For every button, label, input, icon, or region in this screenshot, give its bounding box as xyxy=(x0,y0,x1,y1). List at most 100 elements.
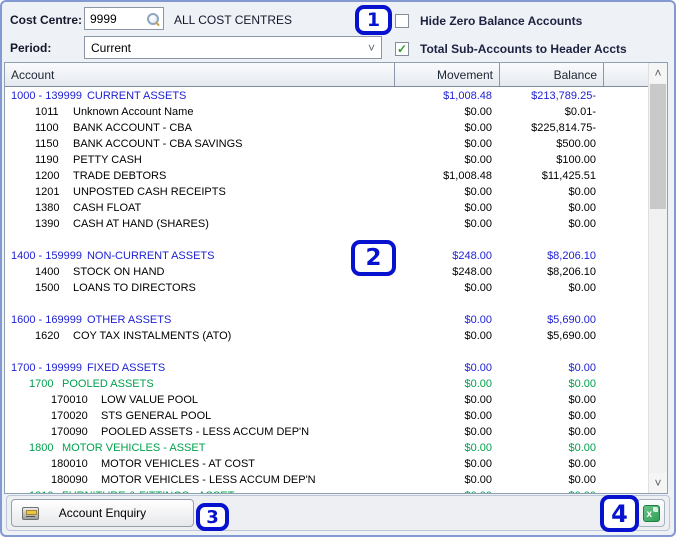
period-label: Period: xyxy=(10,41,52,55)
balance-cell: $0.00 xyxy=(568,474,596,486)
account-name: CURRENT ASSETS xyxy=(86,90,187,102)
account-code: 1500 xyxy=(35,282,60,294)
account-name: BANK ACCOUNT - CBA xyxy=(73,122,192,134)
column-header-account[interactable]: Account xyxy=(5,63,395,86)
account-code: 1200 xyxy=(35,170,60,182)
table-row[interactable]: 180090 MOTOR VEHICLES - LESS ACCUM DEP'N … xyxy=(5,472,648,488)
account-cell: 180090 MOTOR VEHICLES - LESS ACCUM DEP'N xyxy=(5,474,395,486)
account-cell: 1400 - 159999 NON-CURRENT ASSETS xyxy=(5,250,395,262)
table-row[interactable]: 1400 - 159999 NON-CURRENT ASSETS $248.00 … xyxy=(5,248,648,264)
account-cell: 1200 TRADE DEBTORS xyxy=(5,170,395,182)
scrollbar-thumb[interactable] xyxy=(650,84,666,209)
table-row[interactable]: 1380 CASH FLOAT $0.00 $0.00 xyxy=(5,200,648,216)
account-code: 1000 - 139999 xyxy=(11,90,82,102)
account-cell: 170020 STS GENERAL POOL xyxy=(5,410,395,422)
accounts-table: Account Movement Balance 1000 - 139999 CU… xyxy=(4,62,668,494)
magnifier-lookup-icon[interactable] xyxy=(146,12,160,26)
table-row[interactable]: 1190 PETTY CASH $0.00 $100.00 xyxy=(5,152,648,168)
period-value: Current xyxy=(91,40,132,55)
scroll-up-button[interactable]: ˄ xyxy=(649,63,667,83)
balance-cell: $8,206.10 xyxy=(547,266,596,278)
account-code: 1100 xyxy=(35,122,59,134)
table-row[interactable]: 1700 POOLED ASSETS $0.00 $0.00 xyxy=(5,376,648,392)
table-row[interactable]: 180010 MOTOR VEHICLES - AT COST $0.00 $0.… xyxy=(5,456,648,472)
table-row[interactable]: 1810FURNITURE & FITTINGS - ASSET $0.00 $… xyxy=(5,488,648,493)
balance-cell: $8,206.10 xyxy=(547,250,596,262)
table-row[interactable]: 1201 UNPOSTED CASH RECEIPTS $0.00 $0.00 xyxy=(5,184,648,200)
table-row[interactable]: 1620 COY TAX INSTALMENTS (ATO) $0.00 $5,6… xyxy=(5,328,648,344)
account-name: OTHER ASSETS xyxy=(86,314,172,326)
account-enquiry-button[interactable]: Account Enquiry xyxy=(11,499,194,527)
balance-cell: $213,789.25- xyxy=(531,90,596,102)
account-name: POOLED ASSETS xyxy=(62,378,154,390)
account-code: 1800 xyxy=(29,442,54,454)
scroll-down-icon: ˅ xyxy=(654,476,662,490)
column-header-balance[interactable]: Balance xyxy=(500,63,604,86)
movement-cell: $0.00 xyxy=(464,186,492,198)
account-code: 1011 xyxy=(35,106,59,118)
table-row[interactable]: 170090 POOLED ASSETS - LESS ACCUM DEP'N $… xyxy=(5,424,648,440)
scroll-down-button[interactable]: ˅ xyxy=(649,473,667,493)
chevron-down-icon: ˅ xyxy=(367,40,375,55)
hide-zero-balance-checkbox[interactable] xyxy=(395,14,409,28)
table-row[interactable]: 1700 - 199999 FIXED ASSETS $0.00 $0.00 xyxy=(5,360,648,376)
table-row[interactable] xyxy=(5,232,648,248)
table-header: Account Movement Balance xyxy=(5,63,667,87)
balance-cell: $100.00 xyxy=(556,154,596,166)
balance-cell: $5,690.00 xyxy=(547,330,596,342)
table-row[interactable]: 170010 LOW VALUE POOL $0.00 $0.00 xyxy=(5,392,648,408)
table-row[interactable]: 1400 STOCK ON HAND $248.00 $8,206.10 xyxy=(5,264,648,280)
table-row[interactable]: 1150 BANK ACCOUNT - CBA SAVINGS $0.00 $50… xyxy=(5,136,648,152)
export-to-excel-button[interactable]: x xyxy=(637,499,665,527)
movement-cell: $0.00 xyxy=(464,330,492,342)
account-rows: 1000 - 139999 CURRENT ASSETS $1,008.48 $2… xyxy=(5,88,648,493)
movement-cell: $0.00 xyxy=(464,202,492,214)
account-code: 180010 xyxy=(51,458,88,470)
movement-cell: $0.00 xyxy=(464,410,492,422)
movement-cell: $248.00 xyxy=(452,250,492,262)
account-name: STS GENERAL POOL xyxy=(101,410,212,422)
total-sub-accounts-label: Total Sub-Accounts to Header Accts xyxy=(420,42,627,56)
movement-cell: $0.00 xyxy=(464,442,492,454)
cost-centre-field[interactable] xyxy=(84,7,164,30)
account-name: BANK ACCOUNT - CBA SAVINGS xyxy=(73,138,243,150)
table-row[interactable]: 1011 Unknown Account Name $0.00 $0.01- xyxy=(5,104,648,120)
table-row[interactable]: 1800 MOTOR VEHICLES - ASSET $0.00 $0.00 xyxy=(5,440,648,456)
balance-cell: $0.00 xyxy=(568,442,596,454)
account-name: NON-CURRENT ASSETS xyxy=(86,250,215,262)
balance-cell: $11,425.51 xyxy=(541,170,596,182)
vertical-scrollbar[interactable]: ˄ ˅ xyxy=(648,63,667,493)
balance-cell: $0.00 xyxy=(568,362,596,374)
total-sub-accounts-checkbox[interactable]: ✓ xyxy=(395,42,409,56)
account-cell: 1400 STOCK ON HAND xyxy=(5,266,395,278)
account-list-window: Cost Centre: ALL COST CENTRES Period: Cu… xyxy=(0,0,676,537)
table-row[interactable] xyxy=(5,344,648,360)
account-name: PETTY CASH xyxy=(73,154,142,166)
balance-cell: $0.00 xyxy=(568,394,596,406)
table-row[interactable]: 1200 TRADE DEBTORS $1,008.48 $11,425.51 xyxy=(5,168,648,184)
table-row[interactable]: 1390 CASH AT HAND (SHARES) $0.00 $0.00 xyxy=(5,216,648,232)
table-row[interactable]: 1600 - 169999 OTHER ASSETS $0.00 $5,690.0… xyxy=(5,312,648,328)
cost-centre-input[interactable] xyxy=(90,11,146,26)
account-name: COY TAX INSTALMENTS (ATO) xyxy=(73,330,232,342)
table-row[interactable] xyxy=(5,296,648,312)
account-enquiry-label: Account Enquiry xyxy=(58,506,147,520)
account-cell: 180010 MOTOR VEHICLES - AT COST xyxy=(5,458,395,470)
column-header-movement[interactable]: Movement xyxy=(395,63,500,86)
movement-cell: $0.00 xyxy=(464,426,492,438)
table-row[interactable]: 1100 BANK ACCOUNT - CBA $0.00 $225,814.75… xyxy=(5,120,648,136)
balance-cell: $0.01- xyxy=(564,106,596,118)
account-code: 1150 xyxy=(35,138,59,150)
cost-centre-name: ALL COST CENTRES xyxy=(174,13,293,27)
account-code: 170020 xyxy=(51,410,88,422)
account-code: 1400 - 159999 xyxy=(11,250,82,262)
callout-3: 3 xyxy=(196,503,229,531)
table-row[interactable]: 1500 LOANS TO DIRECTORS $0.00 $0.00 xyxy=(5,280,648,296)
account-cell: 1390 CASH AT HAND (SHARES) xyxy=(5,218,395,230)
table-row[interactable]: 1000 - 139999 CURRENT ASSETS $1,008.48 $2… xyxy=(5,88,648,104)
period-dropdown[interactable]: Current ˅ xyxy=(84,36,382,59)
scroll-up-icon: ˄ xyxy=(654,66,662,80)
account-cell: 1700 POOLED ASSETS xyxy=(5,378,395,390)
account-cell: 170010 LOW VALUE POOL xyxy=(5,394,395,406)
table-row[interactable]: 170020 STS GENERAL POOL $0.00 $0.00 xyxy=(5,408,648,424)
